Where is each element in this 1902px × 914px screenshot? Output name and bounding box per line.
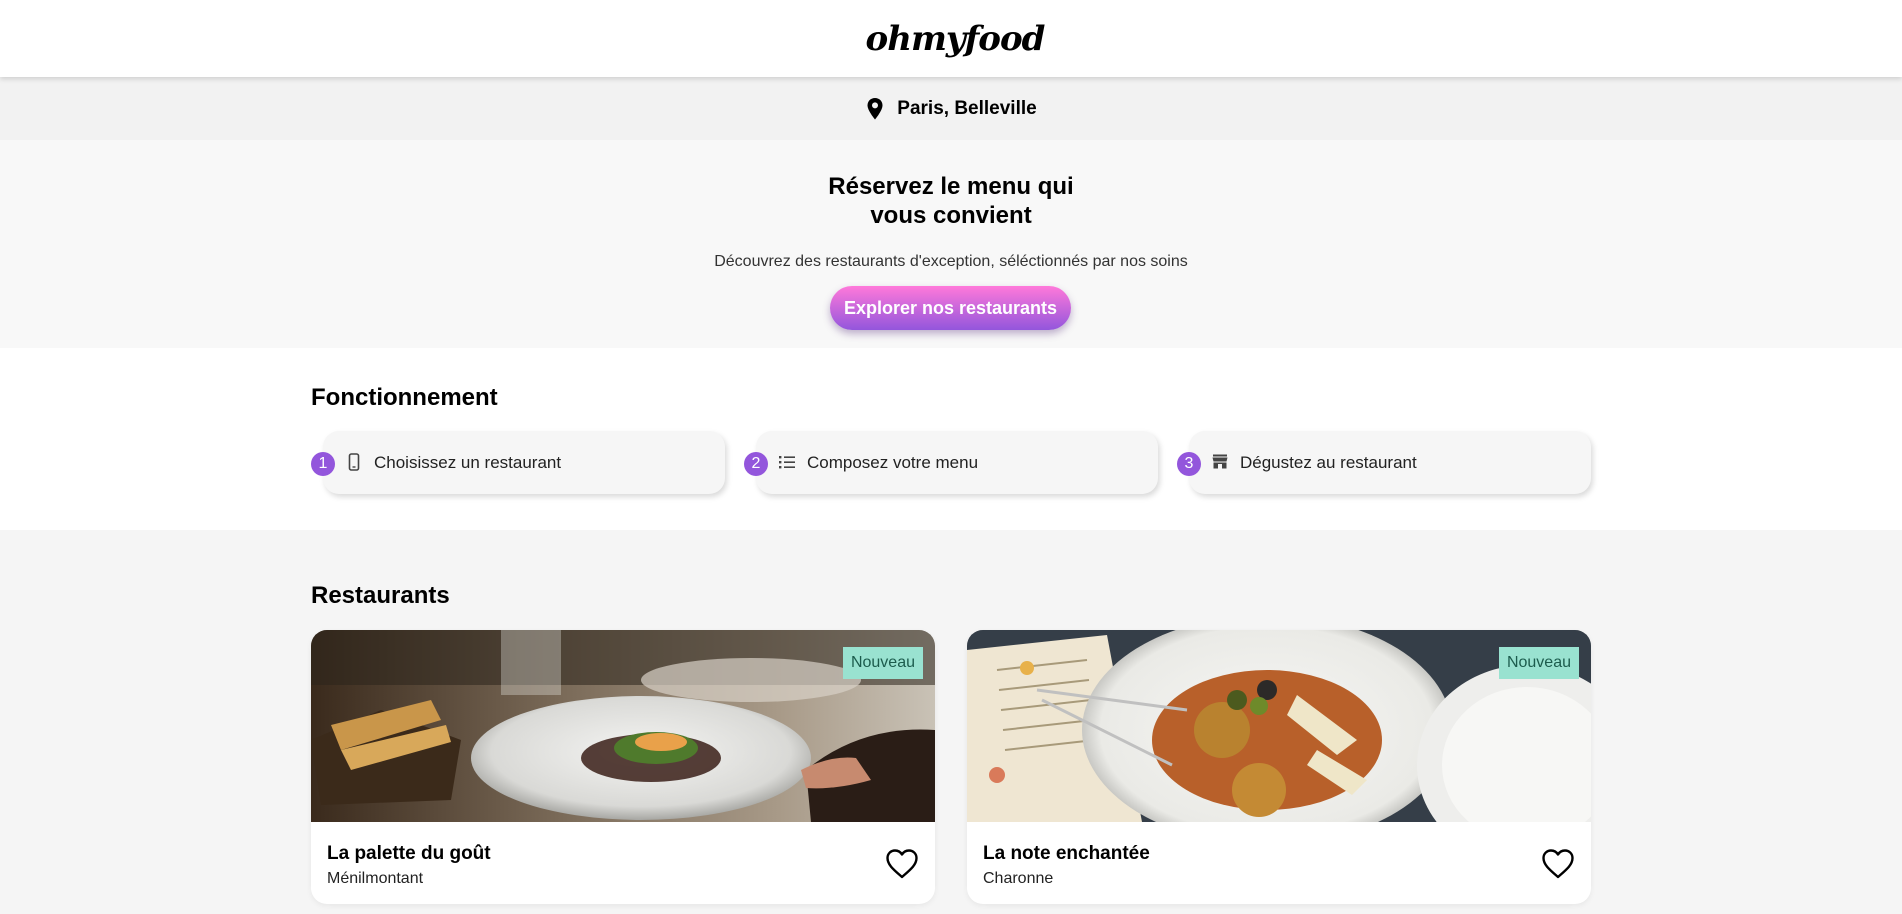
smartphone-icon bbox=[348, 453, 360, 471]
step-label: Composez votre menu bbox=[807, 453, 979, 472]
step-number: 2 bbox=[744, 452, 768, 476]
map-pin-icon bbox=[867, 97, 883, 119]
hero-title-line2: vous convient bbox=[870, 202, 1032, 229]
restaurant-photo: Nouveau bbox=[311, 630, 935, 822]
how-it-works-section: Fonctionnement 1 Choisissez un restauran… bbox=[0, 348, 1902, 530]
new-badge: Nouveau bbox=[1498, 647, 1579, 679]
how-it-works-title: Fonctionnement bbox=[311, 384, 498, 411]
restaurant-area: Charonne bbox=[983, 870, 1054, 887]
top-header: ohmyfood bbox=[0, 0, 1902, 77]
heart-icon[interactable] bbox=[885, 848, 919, 879]
location-label: Paris, Belleville bbox=[897, 97, 1037, 119]
restaurant-name: La palette du goût bbox=[327, 843, 491, 864]
step-number: 1 bbox=[311, 452, 335, 476]
hero-subtitle: Découvrez des restaurants d'exception, s… bbox=[714, 253, 1188, 270]
restaurants-title: Restaurants bbox=[311, 582, 450, 609]
explore-restaurants-button[interactable]: Explorer nos restaurants bbox=[830, 286, 1071, 330]
step-card: Choisissez un restaurant bbox=[323, 431, 725, 494]
restaurant-card-la-palette-du-gout[interactable]: Nouveau La palette du goût Ménilmontant bbox=[311, 630, 935, 904]
heart-icon[interactable] bbox=[1541, 848, 1575, 879]
restaurants-section: Restaurants Nouveau La palette du goût M… bbox=[0, 530, 1902, 914]
store-icon bbox=[1212, 454, 1228, 469]
hero-title: Réservez le menu qui vous convient bbox=[0, 172, 1902, 230]
hero-title-line1: Réservez le menu qui bbox=[828, 173, 1074, 200]
restaurant-photo: Nouveau bbox=[967, 630, 1591, 822]
step-card: Composez votre menu bbox=[756, 431, 1158, 494]
restaurant-area: Ménilmontant bbox=[327, 870, 424, 887]
step-compose-menu: 2 Composez votre menu bbox=[744, 431, 1158, 494]
restaurant-card-la-note-enchantee[interactable]: Nouveau La note enchantée Charonne bbox=[967, 630, 1591, 904]
logo[interactable]: ohmyfood bbox=[866, 19, 1046, 59]
location-bar: Paris, Belleville bbox=[0, 77, 1902, 140]
step-choose-restaurant: 1 Choisissez un restaurant bbox=[311, 431, 725, 494]
step-taste-restaurant: 3 Dégustez au restaurant bbox=[1177, 431, 1591, 494]
list-icon bbox=[779, 456, 795, 469]
step-label: Dégustez au restaurant bbox=[1240, 453, 1417, 472]
new-badge: Nouveau bbox=[842, 647, 923, 679]
hero-section: Réservez le menu qui vous convient Décou… bbox=[0, 140, 1902, 348]
step-card: Dégustez au restaurant bbox=[1189, 431, 1591, 494]
step-number: 3 bbox=[1177, 452, 1201, 476]
restaurant-name: La note enchantée bbox=[983, 843, 1150, 864]
step-label: Choisissez un restaurant bbox=[374, 453, 562, 472]
